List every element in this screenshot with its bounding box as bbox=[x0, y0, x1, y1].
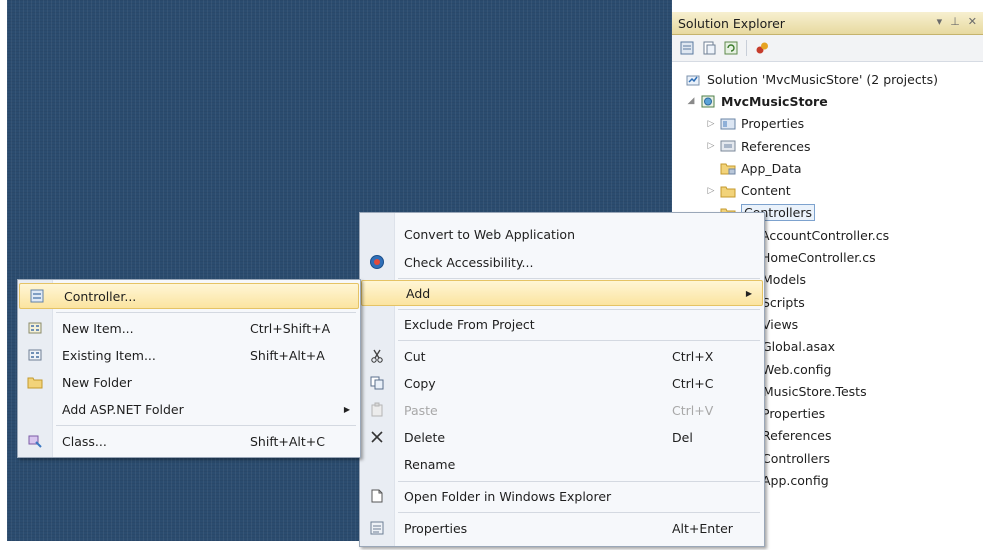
submenu-item-add-aspnet-folder[interactable]: Add ASP.NET Folder ▶ bbox=[18, 396, 360, 422]
new-folder-icon bbox=[18, 374, 52, 390]
context-menu: Convert to Web Application Check Accessi… bbox=[359, 212, 765, 547]
menu-item-cut[interactable]: Cut Ctrl+X bbox=[360, 343, 764, 369]
tree-item-label: Controllers bbox=[762, 450, 830, 466]
panel-title: Solution Explorer bbox=[678, 15, 785, 31]
submenu-arrow-icon: ▶ bbox=[745, 288, 752, 298]
menu-item-open-folder[interactable]: Open Folder in Windows Explorer bbox=[360, 483, 764, 509]
properties-icon bbox=[720, 117, 736, 131]
menu-item-exclude-from-project[interactable]: Exclude From Project bbox=[360, 311, 764, 337]
tree-item-label: Web.config bbox=[762, 361, 832, 377]
submenu-item-controller[interactable]: Controller... bbox=[19, 283, 359, 309]
tree-item-app-data[interactable]: App_Data bbox=[672, 157, 983, 179]
submenu-item-existing-item[interactable]: Existing Item... Shift+Alt+A bbox=[18, 342, 360, 368]
menu-item-rename[interactable]: Rename bbox=[360, 451, 764, 477]
accessibility-icon bbox=[360, 254, 394, 270]
paste-icon bbox=[360, 402, 394, 418]
submenu-arrow-icon: ▶ bbox=[343, 404, 350, 414]
tree-item-solution[interactable]: Solution 'MvcMusicStore' (2 projects) bbox=[672, 68, 983, 90]
expanded-triangle-icon[interactable]: ◢ bbox=[686, 96, 696, 106]
class-diagram-icon[interactable] bbox=[753, 39, 771, 57]
menu-item-convert-to-web-application[interactable]: Convert to Web Application bbox=[360, 221, 764, 247]
existing-item-icon bbox=[18, 347, 52, 363]
collapsed-triangle-icon[interactable]: ▷ bbox=[706, 141, 716, 151]
folder-icon bbox=[720, 184, 736, 198]
tree-item-label: References bbox=[762, 428, 832, 444]
tree-item-label: Global.asax bbox=[762, 339, 836, 355]
menu-item-check-accessibility[interactable]: Check Accessibility... bbox=[360, 249, 764, 275]
menu-item-delete[interactable]: Delete Del bbox=[360, 424, 764, 450]
folder-icon bbox=[720, 161, 736, 175]
tree-item-label: Properties bbox=[741, 116, 805, 132]
tree-item-label: cMusicStore.Tests bbox=[756, 383, 867, 399]
menu-item-copy[interactable]: Copy Ctrl+C bbox=[360, 370, 764, 396]
tree-item-label: App_Data bbox=[741, 160, 802, 176]
solution-explorer-title-bar: Solution Explorer ▾ ⊥ ✕ bbox=[672, 12, 983, 35]
controller-icon bbox=[20, 288, 54, 304]
menu-item-add[interactable]: Add ▶ bbox=[361, 280, 763, 306]
submenu-item-class[interactable]: Class... Shift+Alt+C bbox=[18, 428, 360, 454]
collapsed-triangle-icon[interactable]: ▷ bbox=[706, 186, 716, 196]
web-project-icon bbox=[700, 94, 716, 108]
references-icon bbox=[720, 139, 736, 153]
tree-item-label: AccountController.cs bbox=[761, 227, 890, 243]
add-submenu: Controller... New Item... Ctrl+Shift+A E… bbox=[17, 279, 361, 458]
menu-item-paste[interactable]: Paste Ctrl+V bbox=[360, 397, 764, 423]
delete-icon bbox=[360, 429, 394, 445]
open-folder-icon bbox=[360, 488, 394, 504]
tree-item-label: Models bbox=[762, 272, 807, 288]
menu-item-properties[interactable]: Properties Alt+Enter bbox=[360, 515, 764, 541]
copy-icon bbox=[360, 375, 394, 391]
close-icon[interactable]: ✕ bbox=[968, 15, 977, 28]
tree-item-label: HomeController.cs bbox=[761, 250, 876, 266]
class-icon bbox=[18, 433, 52, 449]
solution-explorer-toolbar bbox=[672, 35, 983, 62]
dropdown-icon[interactable]: ▾ bbox=[937, 15, 943, 28]
show-all-files-icon[interactable] bbox=[700, 39, 718, 57]
tree-item-label: References bbox=[741, 138, 811, 154]
tree-item-label: Solution 'MvcMusicStore' (2 projects) bbox=[707, 71, 938, 87]
tree-item-content[interactable]: ▷ Content bbox=[672, 179, 983, 201]
collapsed-triangle-icon[interactable]: ▷ bbox=[706, 119, 716, 129]
scissors-icon bbox=[360, 348, 394, 364]
tree-item-properties[interactable]: ▷ Properties bbox=[672, 113, 983, 135]
pin-icon[interactable]: ⊥ bbox=[950, 15, 960, 28]
new-item-icon bbox=[18, 320, 52, 336]
tree-item-label: Properties bbox=[762, 406, 826, 422]
refresh-icon[interactable] bbox=[722, 39, 740, 57]
submenu-item-new-folder[interactable]: New Folder bbox=[18, 369, 360, 395]
tree-item-references[interactable]: ▷ References bbox=[672, 135, 983, 157]
properties-toolbar-icon[interactable] bbox=[678, 39, 696, 57]
solution-icon bbox=[686, 72, 702, 86]
tree-item-label: Scripts bbox=[762, 294, 805, 310]
properties-icon bbox=[360, 520, 394, 536]
tree-item-label: App.config bbox=[762, 472, 829, 488]
tree-item-label: Views bbox=[762, 316, 799, 332]
tree-item-project[interactable]: ◢ MvcMusicStore bbox=[672, 90, 983, 112]
tree-item-label: MvcMusicStore bbox=[721, 93, 828, 109]
submenu-item-new-item[interactable]: New Item... Ctrl+Shift+A bbox=[18, 315, 360, 341]
tree-item-label: Content bbox=[741, 183, 791, 199]
